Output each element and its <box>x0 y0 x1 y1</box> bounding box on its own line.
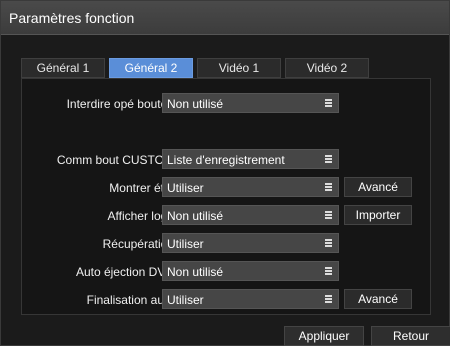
window-title: Paramètres fonction <box>9 10 135 26</box>
apply-button[interactable]: Appliquer <box>284 326 364 346</box>
title-bar: Paramètres fonction <box>1 1 449 35</box>
menu-lines-icon <box>325 211 332 219</box>
menu-lines-icon <box>325 183 332 191</box>
tab-general-1[interactable]: Général 1 <box>21 58 105 78</box>
dropdown-interdire-ope-bouton[interactable]: Non utilisé <box>162 93 339 113</box>
menu-lines-icon <box>325 267 332 275</box>
dropdown-value: Liste d'enregistrement <box>167 153 285 167</box>
dropdown-comm-bout-custom[interactable]: Liste d'enregistrement <box>162 149 339 169</box>
dropdown-afficher-logo[interactable]: Non utilisé <box>162 205 339 225</box>
setting-label-comm-bout-custom: Comm bout CUSTOM <box>56 153 174 167</box>
tab-video-2[interactable]: Vidéo 2 <box>285 58 369 78</box>
dropdown-value: Utiliser <box>167 181 204 195</box>
dropdown-recuperation[interactable]: Utiliser <box>162 233 339 253</box>
setting-label-montrer-etat: Montrer état <box>109 181 174 195</box>
tab-video-1[interactable]: Vidéo 1 <box>197 58 281 78</box>
menu-lines-icon <box>325 295 332 303</box>
dropdown-value: Non utilisé <box>167 97 224 111</box>
menu-lines-icon <box>325 99 332 107</box>
back-button[interactable]: Retour <box>371 326 450 346</box>
menu-lines-icon <box>325 155 332 163</box>
setting-label-recuperation: Récupération <box>102 237 174 251</box>
setting-label-interdire-ope-bouton: Interdire opé bouton <box>66 97 174 111</box>
dropdown-value: Non utilisé <box>167 265 224 279</box>
dropdown-value: Utiliser <box>167 293 204 307</box>
dropdown-value: Utiliser <box>167 237 204 251</box>
setting-label-finalisation-auto: Finalisation auto <box>86 293 174 307</box>
menu-lines-icon <box>325 239 332 247</box>
dropdown-value: Non utilisé <box>167 209 224 223</box>
advanced-button-montrer-etat[interactable]: Avancé <box>344 177 412 197</box>
import-button-afficher-logo[interactable]: Importer <box>344 205 412 225</box>
dropdown-montrer-etat[interactable]: Utiliser <box>162 177 339 197</box>
settings-panel: Interdire opé bouton Non utilisé Comm bo… <box>21 78 431 315</box>
advanced-button-finalisation-auto[interactable]: Avancé <box>344 289 412 309</box>
setting-label-auto-ejection-dvd: Auto éjection DVD <box>75 265 174 279</box>
settings-window: Paramètres fonction Général 1 Général 2 … <box>0 0 450 346</box>
setting-label-afficher-logo: Afficher logo <box>107 209 175 223</box>
dropdown-finalisation-auto[interactable]: Utiliser <box>162 289 339 309</box>
dropdown-auto-ejection-dvd[interactable]: Non utilisé <box>162 261 339 281</box>
tab-general-2[interactable]: Général 2 <box>109 58 193 78</box>
